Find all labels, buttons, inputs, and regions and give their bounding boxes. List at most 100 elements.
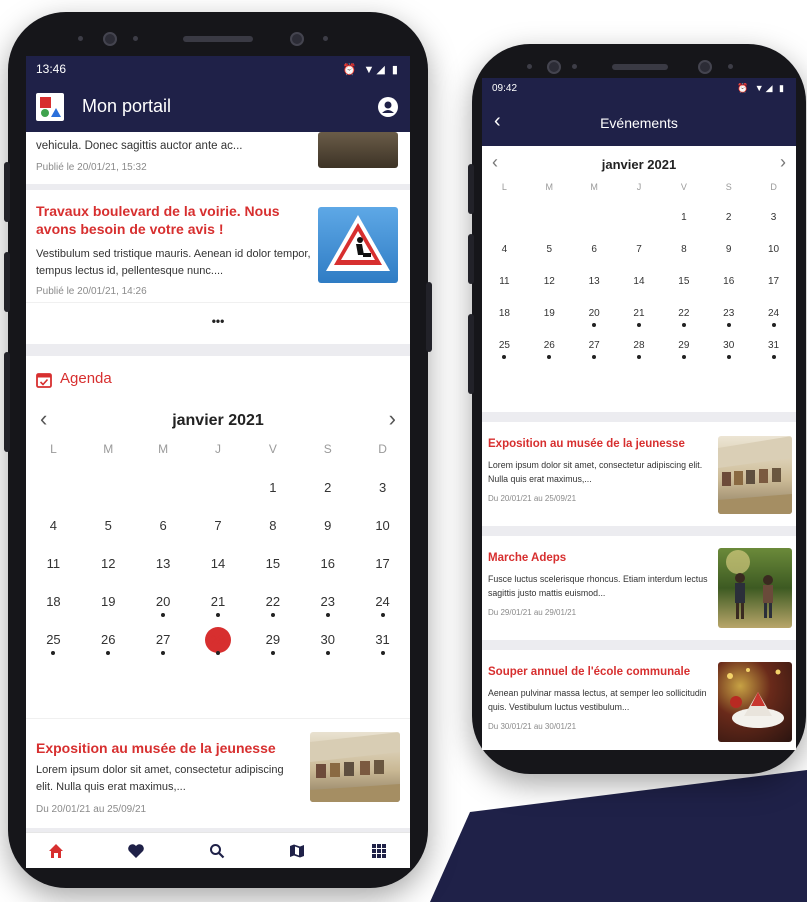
event-indicator-dot (161, 613, 166, 617)
account-circle-icon[interactable] (378, 97, 398, 117)
card-description: Vestibulum sed tristique mauris. Aenean … (36, 248, 311, 277)
calendar-day[interactable]: 29 (661, 340, 706, 351)
event-card[interactable]: Exposition au musée de la jeunesse Lorem… (482, 422, 796, 526)
calendar-day[interactable]: 5 (81, 518, 136, 533)
card-title: Souper annuel de l'école communale (488, 666, 691, 678)
sensor-dot (323, 36, 328, 41)
calendar-day[interactable]: 8 (245, 518, 300, 533)
calendar-day[interactable]: 15 (661, 276, 706, 287)
app-logo[interactable] (36, 93, 64, 121)
divider (26, 344, 410, 356)
calendar-day[interactable]: 4 (482, 244, 527, 255)
event-indicator-dot (380, 613, 385, 617)
calendar-day[interactable]: 17 (751, 276, 796, 287)
calendar-day[interactable]: 21 (191, 594, 246, 609)
calendar-day[interactable]: 30 (706, 340, 751, 351)
calendar-day[interactable]: 1 (661, 212, 706, 223)
calendar-day[interactable]: 29 (245, 632, 300, 647)
calendar-day[interactable]: 6 (572, 244, 617, 255)
iris-scanner-icon (290, 32, 304, 46)
divider (482, 526, 796, 536)
calendar-day[interactable]: 18 (482, 308, 527, 319)
calendar-day[interactable]: 13 (136, 556, 191, 571)
calendar-day[interactable]: 24 (751, 308, 796, 319)
news-card-partial[interactable]: vehicula. Donec sagittis auctor ante ac.… (26, 132, 410, 184)
calendar-day[interactable]: 27 (572, 340, 617, 351)
calendar-day[interactable]: 30 (300, 632, 355, 647)
calendar-month: janvier 2021 (172, 412, 264, 429)
calendar-day[interactable]: 11 (26, 556, 81, 571)
status-bar: 09:42 ⏰ ▼◢ ▮ (482, 78, 796, 100)
event-card[interactable]: Souper annuel de l'école communale Aenea… (482, 650, 796, 750)
calendar-day[interactable]: 21 (617, 308, 662, 319)
card-thumbnail (318, 132, 398, 168)
calendar-day[interactable]: 22 (245, 594, 300, 609)
calendar-day[interactable]: 3 (355, 480, 410, 495)
calendar-day[interactable]: 12 (527, 276, 572, 287)
calendar-day[interactable]: 10 (751, 244, 796, 255)
calendar-day[interactable]: 2 (300, 480, 355, 495)
heart-icon[interactable] (127, 843, 145, 859)
event-indicator-dot (51, 651, 56, 655)
calendar-day[interactable]: 19 (527, 308, 572, 319)
event-indicator-dot (592, 355, 597, 359)
calendar-day[interactable]: 20 (572, 308, 617, 319)
event-indicator-dot (681, 323, 686, 327)
calendar-day[interactable]: 27 (136, 632, 191, 647)
calendar-day[interactable]: 9 (706, 244, 751, 255)
calendar-day[interactable]: 20 (136, 594, 191, 609)
map-icon[interactable] (289, 843, 305, 859)
calendar-next-button[interactable]: › (780, 152, 786, 173)
news-card[interactable]: Travaux boulevard de la voirie. Nous avo… (26, 190, 410, 302)
calendar-day[interactable]: 6 (136, 518, 191, 533)
card-title: Exposition au musée de la jeunesse (488, 438, 685, 450)
calendar-day[interactable]: 11 (482, 276, 527, 287)
calendar-day[interactable]: 8 (661, 244, 706, 255)
event-card[interactable]: Exposition au musée de la jeunesse Lorem… (26, 728, 410, 828)
status-bar: 13:46 ⏰ ▼◢ ▮ (26, 56, 410, 82)
calendar-day[interactable]: 16 (300, 556, 355, 571)
calendar-day[interactable]: 18 (26, 594, 81, 609)
calendar-day[interactable]: 26 (527, 340, 572, 351)
weekday-label: M (103, 442, 114, 456)
calendar-day[interactable]: 31 (355, 632, 410, 647)
calendar-day[interactable]: 15 (245, 556, 300, 571)
search-icon[interactable] (209, 843, 225, 859)
calendar-day[interactable]: 23 (300, 594, 355, 609)
calendar-day[interactable]: 25 (26, 632, 81, 647)
calendar-day[interactable]: 1 (245, 480, 300, 495)
calendar-day[interactable]: 28 (191, 632, 246, 647)
calendar-day[interactable]: 31 (751, 340, 796, 351)
calendar-day[interactable]: 2 (706, 212, 751, 223)
roadwork-sign-image (318, 207, 398, 283)
event-indicator-dot (325, 613, 330, 617)
home-icon[interactable] (48, 843, 64, 859)
calendar-day[interactable]: 13 (572, 276, 617, 287)
calendar-day[interactable]: 19 (81, 594, 136, 609)
calendar-day[interactable]: 26 (81, 632, 136, 647)
weekday-label: V (680, 182, 687, 192)
grid-icon[interactable] (371, 843, 387, 859)
calendar-day[interactable]: 5 (527, 244, 572, 255)
calendar-day[interactable]: 14 (617, 276, 662, 287)
calendar-day[interactable]: 22 (661, 308, 706, 319)
calendar-day[interactable]: 10 (355, 518, 410, 533)
calendar-day[interactable]: 14 (191, 556, 246, 571)
more-button[interactable]: ••• (26, 314, 410, 328)
side-button (468, 314, 474, 394)
calendar-day[interactable]: 9 (300, 518, 355, 533)
calendar-day[interactable]: 25 (482, 340, 527, 351)
calendar-day[interactable]: 24 (355, 594, 410, 609)
calendar-day[interactable]: 28 (617, 340, 662, 351)
calendar-next-button[interactable]: › (389, 406, 396, 432)
weekday-label: L (501, 182, 507, 192)
calendar-day[interactable]: 23 (706, 308, 751, 319)
calendar-day[interactable]: 3 (751, 212, 796, 223)
calendar-day[interactable]: 4 (26, 518, 81, 533)
calendar-day[interactable]: 17 (355, 556, 410, 571)
calendar-day[interactable]: 7 (191, 518, 246, 533)
event-card[interactable]: Marche Adeps Fusce luctus scelerisque rh… (482, 536, 796, 640)
calendar-day[interactable]: 12 (81, 556, 136, 571)
calendar-day[interactable]: 7 (617, 244, 662, 255)
calendar-day[interactable]: 16 (706, 276, 751, 287)
